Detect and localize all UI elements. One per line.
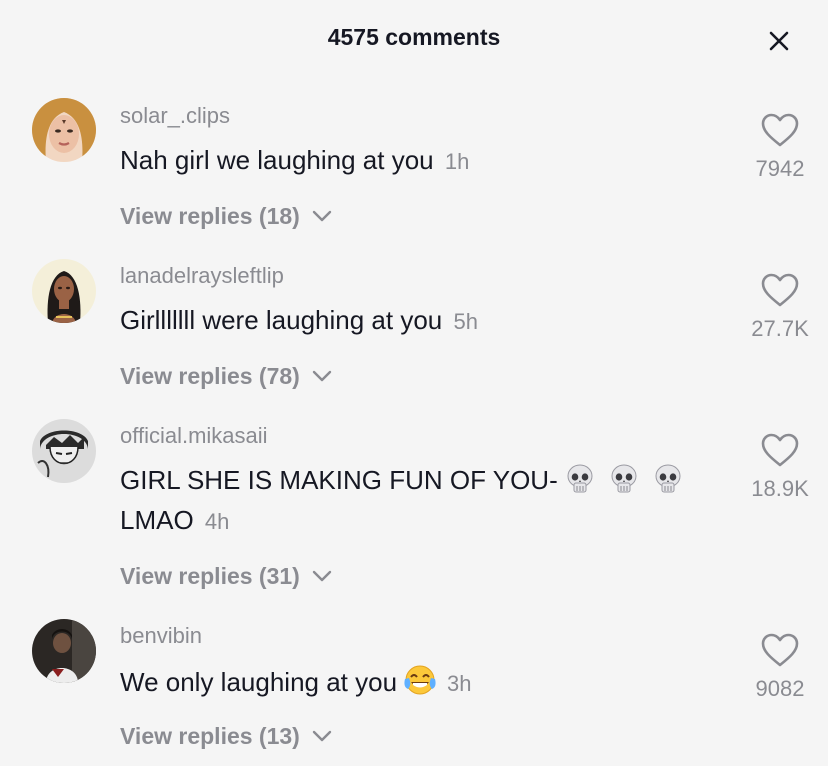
comment-body: Nah girl we laughing at you (120, 145, 434, 175)
view-replies-label: View replies (31) (120, 563, 300, 589)
comment-time: 5h (453, 309, 478, 334)
comment-body-line2: LMAO (120, 505, 194, 535)
like-control: 9082 (740, 632, 820, 702)
comment-username[interactable]: lanadelraysleftlip (120, 263, 284, 289)
view-replies-button[interactable]: View replies (18) (120, 203, 332, 230)
comment-username[interactable]: solar_.clips (120, 103, 230, 129)
comment-text: We only laughing at you 3h (120, 662, 720, 704)
like-count: 18.9K (751, 476, 809, 501)
like-control: 7942 (740, 112, 820, 182)
avatar[interactable] (32, 259, 96, 323)
comment-username[interactable]: benvibin (120, 623, 202, 649)
comment-body: Girlllllll were laughing at you (120, 305, 443, 335)
heart-icon[interactable] (760, 272, 800, 308)
close-button[interactable] (764, 26, 794, 56)
view-replies-button[interactable]: View replies (31) (120, 563, 332, 590)
view-replies-button[interactable]: View replies (13) (120, 723, 332, 750)
view-replies-label: View replies (18) (120, 203, 300, 229)
chevron-down-icon (313, 210, 332, 222)
view-replies-label: View replies (13) (120, 723, 300, 749)
comments-count-title: 4575 comments (327, 24, 501, 50)
chevron-down-icon (313, 570, 332, 582)
comment-text: Nah girl we laughing at you 1h (120, 140, 720, 182)
skull-emoji (655, 464, 681, 493)
comment-username[interactable]: official.mikasaii (120, 423, 268, 449)
comment-text: GIRL SHE IS MAKING FUN OF YOU- LMAO 4h (120, 460, 730, 542)
tears-of-joy-emoji (404, 665, 436, 695)
like-count: 9082 (755, 676, 805, 701)
avatar[interactable] (32, 419, 96, 483)
comment-time: 3h (447, 671, 472, 696)
heart-icon[interactable] (760, 112, 800, 148)
skull-emoji (611, 464, 637, 493)
comment-body: We only laughing at you (120, 667, 398, 697)
comment-body: GIRL SHE IS MAKING FUN OF YOU- (120, 465, 558, 495)
avatar[interactable] (32, 98, 96, 162)
like-control: 18.9K (740, 432, 820, 502)
heart-icon[interactable] (760, 632, 800, 668)
close-icon (769, 31, 789, 51)
comment-time: 1h (444, 149, 470, 174)
heart-icon[interactable] (760, 432, 800, 468)
like-count: 27.7K (751, 316, 809, 341)
comments-header: 4575 comments (0, 0, 828, 80)
view-replies-button[interactable]: View replies (78) (120, 363, 332, 390)
like-control: 27.7K (740, 272, 820, 342)
chevron-down-icon (313, 370, 332, 382)
chevron-down-icon (313, 730, 332, 742)
view-replies-label: View replies (78) (120, 363, 300, 389)
avatar[interactable] (32, 619, 96, 683)
like-count: 7942 (755, 156, 805, 181)
skull-emoji (567, 464, 593, 493)
comment-text: Girlllllll were laughing at you 5h (120, 300, 720, 342)
comment-time: 4h (204, 509, 230, 534)
